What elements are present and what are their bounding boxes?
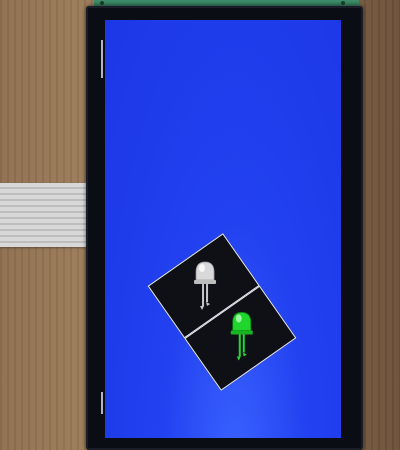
bezel-mark [101, 40, 103, 78]
bezel-mark [101, 392, 103, 414]
ribbon-cable [0, 183, 92, 247]
